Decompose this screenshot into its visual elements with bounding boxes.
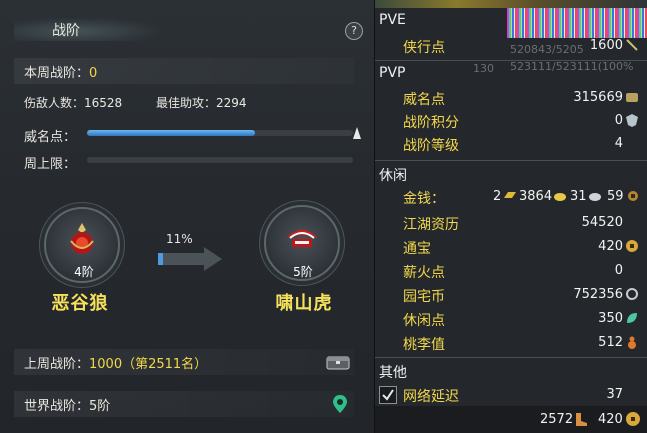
weekly-rank-label: 本周战阶：0 — [24, 66, 98, 81]
tongbao-label: 通宝 — [403, 241, 431, 257]
bottom-value-1: 2572 — [540, 412, 574, 427]
zhanjie-level-label: 战阶等级 — [403, 138, 459, 154]
gold-brick-icon — [504, 192, 516, 198]
jianghu-value: 54520 — [581, 215, 623, 230]
money-gold: 3864 — [519, 189, 553, 204]
money-label: 金钱： — [403, 191, 445, 207]
xiaxing-label: 侠行点 — [403, 40, 445, 56]
top-strip — [375, 0, 647, 8]
xiuxian-label: 休闲点 — [403, 313, 445, 329]
jianghu-label: 江湖资历 — [403, 217, 459, 233]
world-rank-label: 世界战阶：5阶 — [24, 399, 111, 414]
row-tongbao: 通宝 420 — [375, 235, 647, 257]
panel-title: 战阶 — [52, 23, 80, 39]
weiming-value: 315669 — [573, 90, 623, 105]
row-money: 金钱： 2 3864 31 59 — [375, 185, 647, 207]
battle-rank-panel: 战阶 ? 本周战阶：0 伤敌人数：16528 最佳助攻：2294 威名点： 周上… — [0, 0, 375, 433]
yuanzhai-value: 752356 — [573, 287, 623, 302]
row-jianghu: 江湖资历 54520 — [375, 211, 647, 233]
checkmark-icon — [382, 389, 394, 401]
section-pvp: PVP — [379, 65, 406, 81]
row-zhanjie-level: 战阶等级 4 — [375, 132, 647, 154]
coin-icon — [626, 240, 638, 252]
coin-icon — [626, 412, 640, 426]
tongbao-value: 420 — [598, 239, 623, 254]
row-weiming: 威名点 315669 — [375, 86, 647, 108]
prestige-token-icon — [626, 93, 638, 102]
row-xiaxing: 侠行点 1600 — [375, 34, 647, 56]
wolf-rank-icon — [70, 223, 94, 255]
row-taoli: 桃李值 512 — [375, 331, 647, 353]
current-rank-name: 恶谷狼 — [51, 293, 109, 314]
row-yuanzhai: 园宅币 752356 — [375, 283, 647, 305]
best-assist: 最佳助攻：2294 — [156, 96, 247, 110]
prestige-bar-fill — [87, 130, 255, 136]
crest-icon — [626, 114, 638, 127]
xiaxing-value: 1600 — [589, 38, 623, 53]
taoli-label: 桃李值 — [403, 337, 445, 353]
current-rank-level: 4阶 — [74, 265, 94, 279]
gold-ingot-icon — [554, 193, 566, 201]
world-rank-row: 世界战阶：5阶 — [14, 391, 354, 417]
prestige-bar — [87, 130, 353, 136]
silver-ingot-icon — [589, 193, 601, 201]
bottom-bar: 2572 420 — [375, 406, 647, 433]
latency-value: 37 — [606, 387, 623, 402]
bottom-value-2: 420 — [598, 412, 623, 427]
location-pin-icon[interactable] — [332, 394, 348, 414]
yuanzhai-label: 园宅币 — [403, 289, 445, 305]
cap-marker-icon — [353, 127, 361, 139]
sword-icon — [626, 39, 638, 51]
separator — [375, 60, 647, 61]
last-week-label: 上周战阶：1000（第2511名） — [24, 357, 208, 372]
last-week-value: 1000（第2511名） — [89, 357, 208, 372]
xinhuo-value: 0 — [614, 263, 623, 278]
house-coin-icon — [626, 288, 638, 300]
rank-progress-percent: 11% — [166, 232, 193, 246]
help-icon[interactable]: ? — [345, 22, 363, 40]
panel-header: 战阶 ? — [0, 14, 374, 44]
row-xinhuo: 薪火点 0 — [375, 259, 647, 281]
xinhuo-label: 薪火点 — [403, 265, 445, 281]
last-week-row: 上周战阶：1000（第2511名） — [14, 349, 354, 375]
next-rank-name: 啸山虎 — [275, 293, 333, 314]
header-swoosh — [14, 17, 164, 41]
money-brick: 2 — [493, 189, 502, 204]
weekly-rank-value: 0 — [89, 66, 98, 81]
injured-count: 伤敌人数：16528 — [24, 96, 123, 110]
row-xiuxian: 休闲点 350 — [375, 307, 647, 329]
zhanjie-level-value: 4 — [614, 136, 623, 151]
latency-label: 网络延迟 — [403, 389, 459, 405]
currency-panel: 520843/5205 130 523111/523111(100% PVE 侠… — [375, 0, 647, 433]
latency-checkbox[interactable] — [379, 386, 397, 404]
next-rank-level: 5阶 — [293, 265, 313, 279]
chest-icon[interactable] — [326, 354, 350, 370]
copper-coin-icon — [628, 191, 638, 201]
zhanjie-score-value: 0 — [614, 113, 623, 128]
separator — [375, 160, 647, 161]
row-latency[interactable]: 网络延迟 37 — [375, 383, 647, 405]
section-leisure: 休闲 — [379, 168, 407, 184]
leaf-icon — [627, 313, 637, 323]
progress-arrow-icon — [204, 247, 222, 271]
boot-icon — [576, 413, 587, 426]
weekly-cap-label: 周上限： — [24, 157, 77, 172]
rank-progress-fill — [158, 253, 164, 265]
taoli-value: 512 — [598, 335, 623, 350]
section-pve: PVE — [379, 12, 406, 28]
zhanjie-score-label: 战阶积分 — [403, 115, 459, 131]
gourd-icon — [628, 336, 636, 349]
weekly-rank-row: 本周战阶：0 — [14, 58, 354, 84]
money-silver: 31 — [570, 189, 587, 204]
row-zhanjie-score: 战阶积分 0 — [375, 109, 647, 131]
xiuxian-value: 350 — [598, 311, 623, 326]
rank-progress-bar — [158, 253, 204, 265]
separator — [375, 357, 647, 358]
money-copper: 59 — [607, 189, 624, 204]
section-other: 其他 — [379, 365, 407, 381]
weekly-cap-bar — [87, 157, 353, 163]
tiger-rank-icon — [286, 230, 318, 248]
weiming-label: 威名点 — [403, 92, 445, 108]
prestige-label: 威名点： — [24, 130, 77, 145]
